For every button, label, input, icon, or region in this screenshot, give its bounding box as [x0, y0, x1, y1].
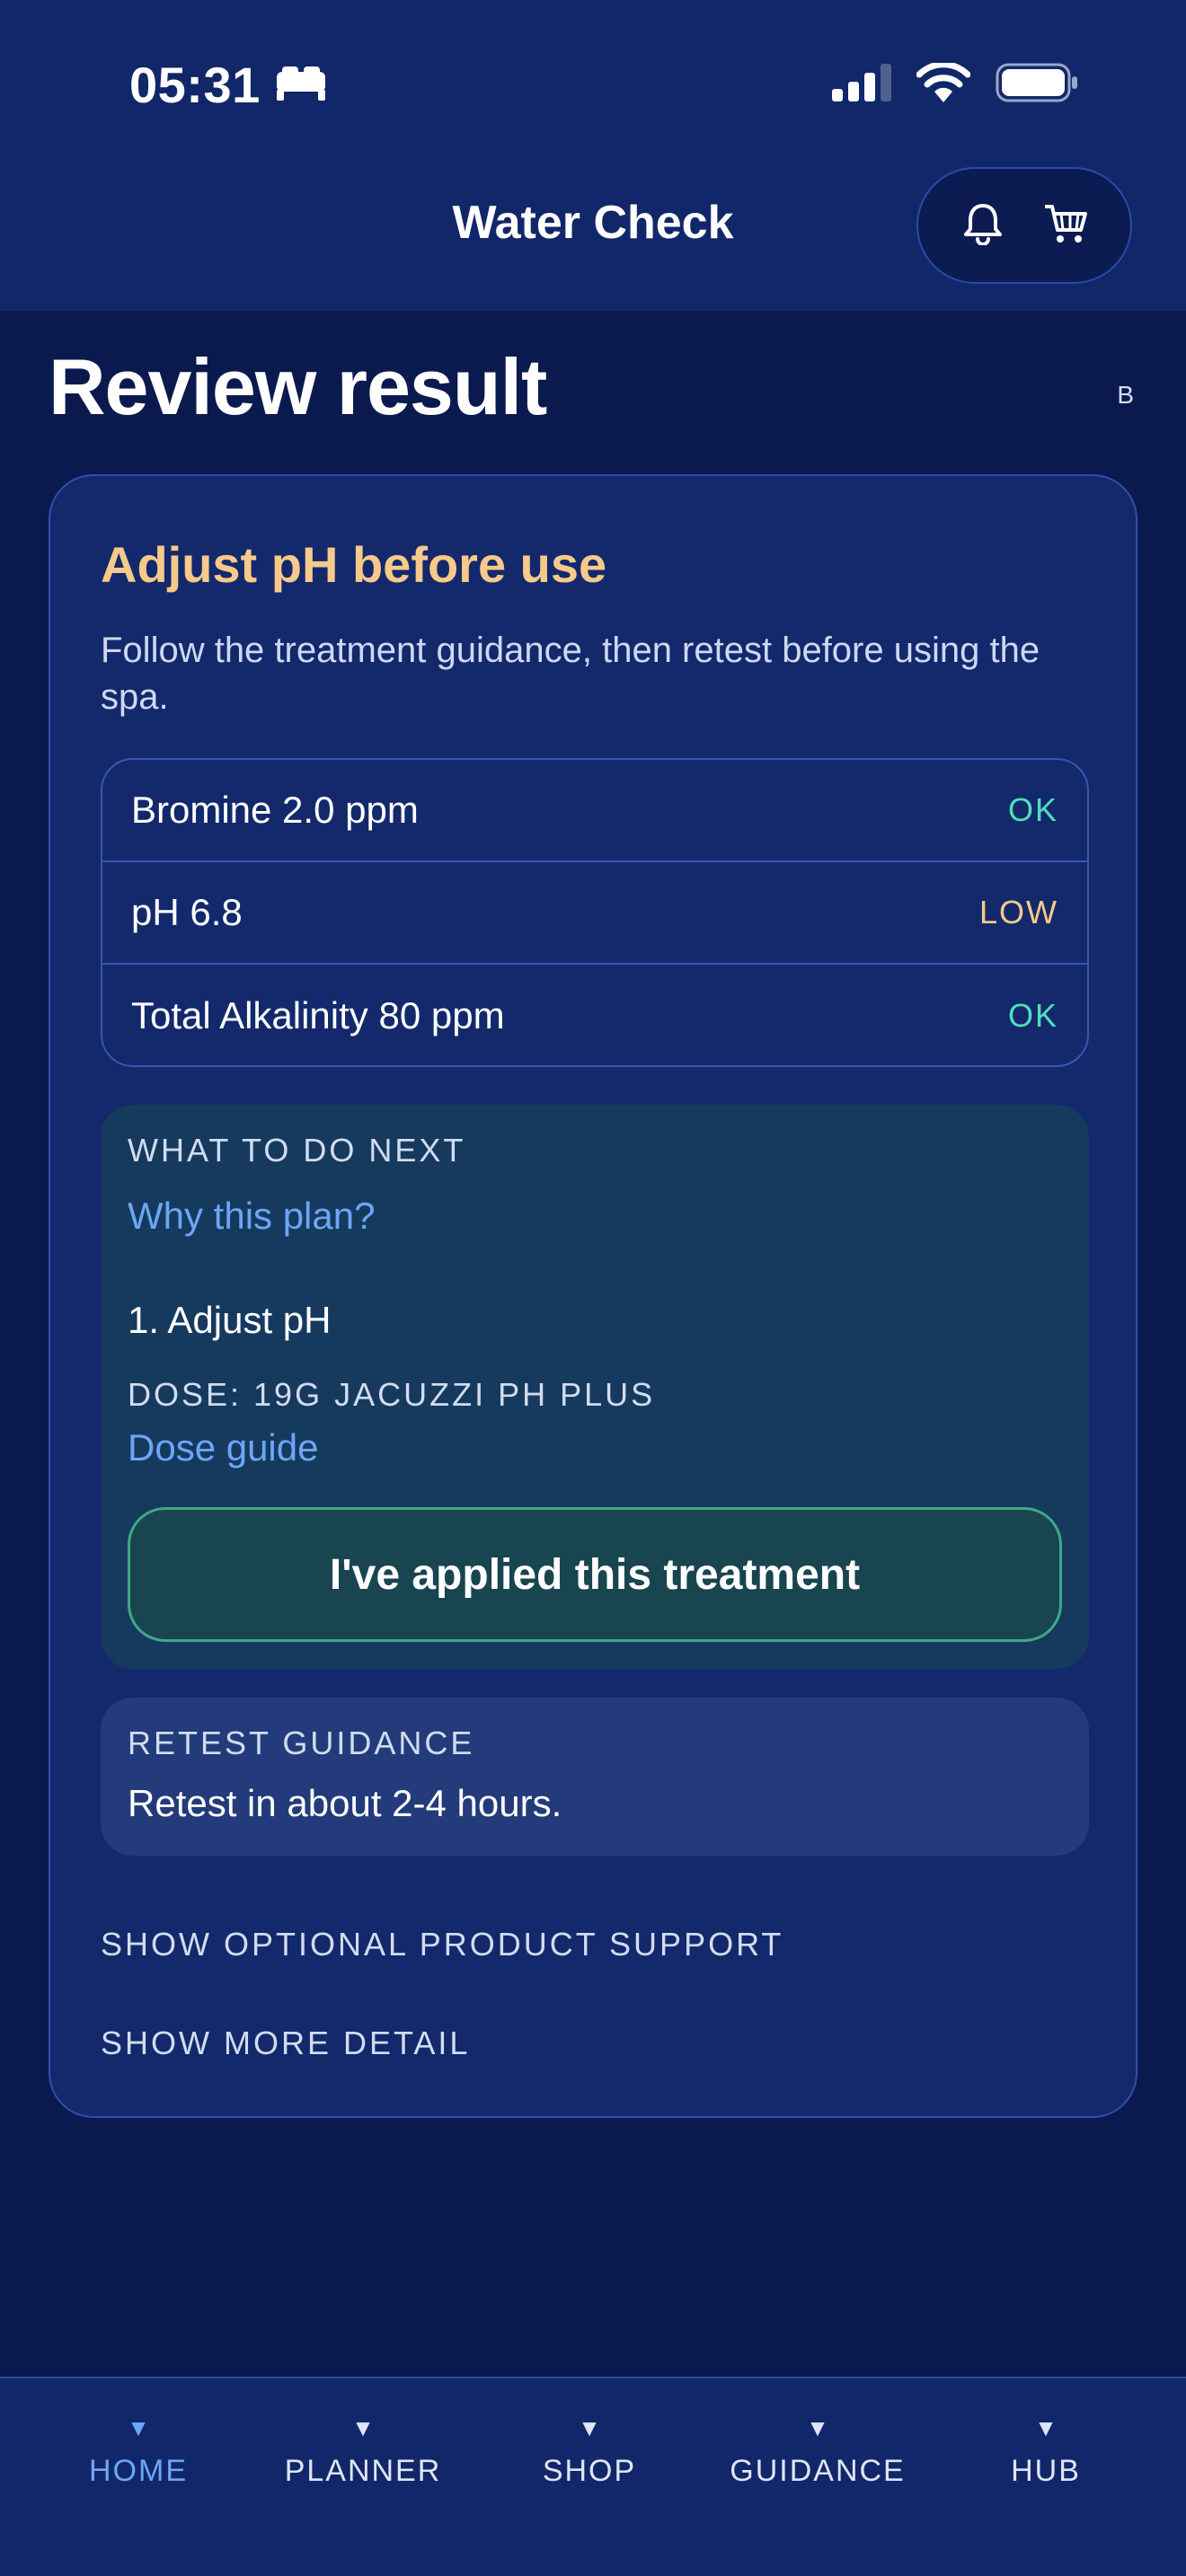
tab-indicator-icon: ▼ [351, 2414, 375, 2441]
retest-text: Retest in about 2-4 hours. [128, 1782, 562, 1824]
page-badge: B [1117, 381, 1134, 409]
show-more-detail-toggle[interactable]: SHOW MORE DETAIL [101, 2025, 470, 2062]
reading-row: Total Alkalinity 80 ppm OK [102, 965, 1087, 1065]
result-subtitle: Follow the treatment guidance, then rete… [101, 631, 1040, 717]
dose-label: DOSE: 19G JACUZZI PH PLUS [128, 1376, 656, 1413]
time-label: 05:31 [129, 57, 261, 113]
dose-guide-link[interactable]: Dose guide [128, 1426, 318, 1469]
apply-treatment-button[interactable]: I've applied this treatment [128, 1507, 1062, 1642]
retest-kicker: RETEST GUIDANCE [128, 1725, 475, 1761]
result-card: Adjust pH before use Follow the treatmen… [49, 474, 1137, 2118]
reading-label: Bromine 2.0 ppm [131, 789, 419, 831]
reading-row: Bromine 2.0 ppm OK [102, 760, 1087, 862]
tab-indicator-icon: ▼ [1034, 2414, 1058, 2441]
header-actions [916, 167, 1132, 284]
tab-planner[interactable]: ▼ PLANNER [255, 2414, 471, 2489]
reading-status: OK [1007, 791, 1058, 828]
signal-icon [832, 64, 891, 106]
reading-status: OK [1007, 997, 1058, 1034]
tab-shop[interactable]: ▼ SHOP [482, 2414, 697, 2489]
tab-label: HOME [89, 2454, 188, 2488]
step-title: 1. Adjust pH [128, 1299, 332, 1341]
bell-icon [963, 202, 1003, 250]
reading-label: Total Alkalinity 80 ppm [131, 994, 505, 1037]
cart-icon [1043, 203, 1088, 249]
reading-label: pH 6.8 [131, 891, 243, 933]
show-product-support-toggle[interactable]: SHOW OPTIONAL PRODUCT SUPPORT [101, 1926, 783, 1963]
top-bar: 05:31 Water Check [0, 0, 1186, 311]
retest-panel: RETEST GUIDANCE Retest in about 2-4 hour… [101, 1698, 1089, 1856]
cart-button[interactable] [1034, 194, 1097, 257]
tab-home[interactable]: ▼ HOME [31, 2414, 246, 2489]
tab-label: PLANNER [284, 2454, 442, 2488]
tab-indicator-icon: ▼ [127, 2414, 150, 2441]
tab-guidance[interactable]: ▼ GUIDANCE [710, 2414, 925, 2489]
reading-row: pH 6.8 LOW [102, 862, 1087, 965]
tab-label: SHOP [542, 2454, 637, 2488]
reading-status: LOW [978, 894, 1058, 931]
readings-list: Bromine 2.0 ppm OK pH 6.8 LOW Total Alka… [101, 758, 1089, 1067]
next-steps-kicker: WHAT TO DO NEXT [128, 1132, 466, 1169]
tab-hub[interactable]: ▼ HUB [938, 2414, 1154, 2489]
result-headline: Adjust pH before use [101, 536, 607, 593]
next-steps-panel: WHAT TO DO NEXT Why this plan? 1. Adjust… [101, 1105, 1089, 1669]
tab-label: GUIDANCE [730, 2454, 906, 2488]
wifi-icon [916, 61, 971, 107]
bed-icon [275, 56, 327, 114]
battery-icon [996, 63, 1078, 107]
tab-label: HUB [1011, 2454, 1081, 2488]
tab-indicator-icon: ▼ [578, 2414, 601, 2441]
tab-indicator-icon: ▼ [806, 2414, 829, 2441]
page-title: Review result [49, 342, 547, 431]
notifications-button[interactable] [951, 194, 1014, 257]
why-plan-link[interactable]: Why this plan? [128, 1195, 375, 1238]
bottom-tab-bar: ▼ HOME ▼ PLANNER ▼ SHOP ▼ GUIDANCE ▼ HUB [0, 2377, 1186, 2576]
status-time: 05:31 [129, 56, 327, 114]
status-icons [832, 61, 1078, 107]
